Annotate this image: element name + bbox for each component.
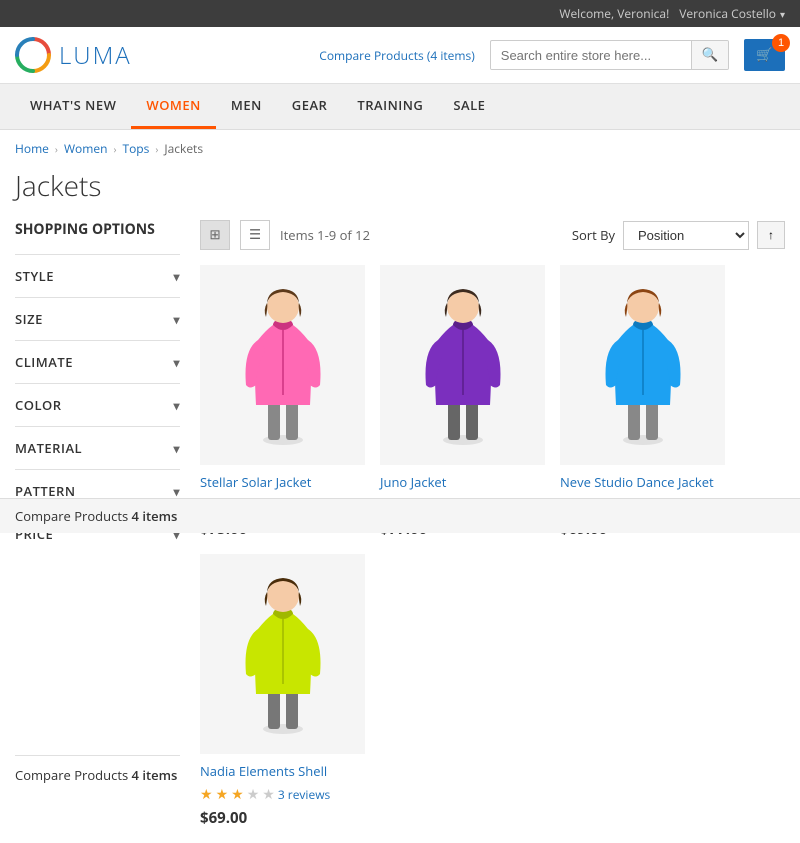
- filter-color-header[interactable]: COLOR ▾: [15, 384, 180, 426]
- review-link-4[interactable]: 3 reviews: [278, 786, 330, 803]
- breadcrumb-sep-1: ›: [55, 142, 58, 156]
- breadcrumb-home[interactable]: Home: [15, 140, 49, 157]
- filter-size-header[interactable]: SIZE ▾: [15, 298, 180, 340]
- nav-item-men[interactable]: Men: [216, 84, 277, 129]
- logo-icon: [15, 37, 51, 73]
- star-4-3: ★: [231, 785, 244, 804]
- filter-material-header[interactable]: MATERIAL ▾: [15, 427, 180, 469]
- list-icon: ☰: [249, 227, 261, 243]
- breadcrumb-women[interactable]: Women: [64, 140, 108, 157]
- breadcrumb-tops[interactable]: Tops: [122, 140, 149, 157]
- main-nav: What's New Women Men Gear Training Sale: [0, 84, 800, 130]
- compare-bar-text: Compare Products: [15, 507, 132, 525]
- product-price-4: $69.00: [200, 808, 365, 828]
- sort-select[interactable]: Position Product Name Price: [623, 221, 749, 250]
- user-name: Veronica Costello: [679, 5, 776, 22]
- filter-size-chevron: ▾: [173, 311, 180, 328]
- logo[interactable]: LUMA: [15, 37, 132, 73]
- nav-item-whats-new[interactable]: What's New: [15, 84, 131, 129]
- compare-bar: Compare Products 4 items: [0, 498, 800, 533]
- sort-label: Sort By: [572, 226, 615, 244]
- filter-material-chevron: ▾: [173, 440, 180, 457]
- product-name-4[interactable]: Nadia Elements Shell: [200, 762, 365, 780]
- filter-climate: CLIMATE ▾: [15, 340, 180, 383]
- grid-view-button[interactable]: ⊞: [200, 220, 230, 250]
- logo-text: LUMA: [59, 39, 132, 72]
- filter-color-label: COLOR: [15, 396, 62, 414]
- user-menu-chevron: ▾: [780, 7, 785, 21]
- filter-climate-chevron: ▾: [173, 354, 180, 371]
- sort-direction-button[interactable]: ↑: [757, 221, 785, 249]
- grid-icon: ⊞: [209, 227, 220, 243]
- cart-icon: 🛒: [756, 47, 773, 63]
- cart-button[interactable]: 🛒 1: [744, 39, 785, 71]
- star-4-2: ★: [216, 785, 229, 804]
- user-menu[interactable]: Veronica Costello ▾: [679, 5, 785, 22]
- star-4-1: ★: [200, 785, 213, 804]
- nav-item-sale[interactable]: Sale: [438, 84, 500, 129]
- page-title: Jackets: [0, 167, 800, 220]
- list-view-button[interactable]: ☰: [240, 220, 270, 250]
- nav-item-training[interactable]: Training: [342, 84, 438, 129]
- compare-link[interactable]: Compare Products (4 items): [319, 47, 475, 64]
- sidebar-title: Shopping Options: [15, 220, 180, 239]
- breadcrumb-current: Jackets: [164, 140, 203, 157]
- star-4-5: ★: [262, 785, 275, 804]
- product-name-2[interactable]: Juno Jacket: [380, 473, 545, 491]
- toolbar-right: Sort By Position Product Name Price ↑: [572, 221, 785, 250]
- filter-size: SIZE ▾: [15, 297, 180, 340]
- product-image-3: [560, 265, 725, 465]
- jacket-svg-1: [238, 285, 328, 445]
- header-right: Compare Products (4 items) 🔍 🛒 1: [319, 39, 785, 71]
- breadcrumb: Home › Women › Tops › Jackets: [0, 130, 800, 167]
- jacket-svg-2: [418, 285, 508, 445]
- product-image-4: [200, 554, 365, 754]
- filter-style-chevron: ▾: [173, 268, 180, 285]
- filter-size-label: SIZE: [15, 310, 43, 328]
- cart-count: 1: [772, 34, 790, 52]
- compare-bar-count: 4 items: [132, 507, 178, 525]
- product-image-1: [200, 265, 365, 465]
- welcome-text: Welcome, Veronica!: [559, 5, 669, 22]
- product-name-3[interactable]: Neve Studio Dance Jacket: [560, 473, 725, 491]
- items-count: Items 1-9 of 12: [280, 226, 370, 244]
- filter-style-label: STYLE: [15, 267, 54, 285]
- header: LUMA Compare Products (4 items) 🔍 🛒 1: [0, 27, 800, 84]
- toolbar-left: ⊞ ☰ Items 1-9 of 12: [200, 220, 370, 250]
- cart-container: 🛒 1: [744, 39, 785, 71]
- filter-material-label: MATERIAL: [15, 439, 82, 457]
- nav-item-women[interactable]: Women: [131, 84, 215, 129]
- toolbar: ⊞ ☰ Items 1-9 of 12 Sort By Position Pro…: [200, 220, 785, 250]
- filter-climate-header[interactable]: CLIMATE ▾: [15, 341, 180, 383]
- filter-climate-label: CLIMATE: [15, 353, 73, 371]
- filter-material: MATERIAL ▾: [15, 426, 180, 469]
- product-grid: Stellar Solar Jacket ★ ★ ★ ★ ★ 3 reviews…: [200, 265, 785, 828]
- search-bar: 🔍: [490, 40, 730, 70]
- compare-products-sidebar: Compare Products 4 items: [15, 755, 180, 784]
- product-stars-4: ★ ★ ★ ★ ★ 3 reviews: [200, 785, 365, 804]
- compare-label: Compare Products: [15, 766, 132, 784]
- filter-pattern-chevron: ▾: [173, 483, 180, 500]
- breadcrumb-sep-3: ›: [155, 142, 158, 156]
- compare-count: 4 items: [132, 766, 178, 784]
- filter-color-chevron: ▾: [173, 397, 180, 414]
- sort-direction-icon: ↑: [768, 228, 774, 242]
- filter-style-header[interactable]: STYLE ▾: [15, 255, 180, 297]
- jacket-svg-3: [598, 285, 688, 445]
- product-image-2: [380, 265, 545, 465]
- search-input[interactable]: [491, 42, 691, 69]
- breadcrumb-sep-2: ›: [113, 142, 116, 156]
- filter-color: COLOR ▾: [15, 383, 180, 426]
- filter-style: STYLE ▾: [15, 254, 180, 297]
- jacket-svg-4: [238, 574, 328, 734]
- star-4-4: ★: [247, 785, 260, 804]
- product-card-4: Nadia Elements Shell ★ ★ ★ ★ ★ 3 reviews…: [200, 554, 365, 828]
- search-button[interactable]: 🔍: [691, 41, 729, 69]
- nav-item-gear[interactable]: Gear: [277, 84, 343, 129]
- top-bar: Welcome, Veronica! Veronica Costello ▾: [0, 0, 800, 27]
- search-icon: 🔍: [702, 47, 719, 62]
- product-name-1[interactable]: Stellar Solar Jacket: [200, 473, 365, 491]
